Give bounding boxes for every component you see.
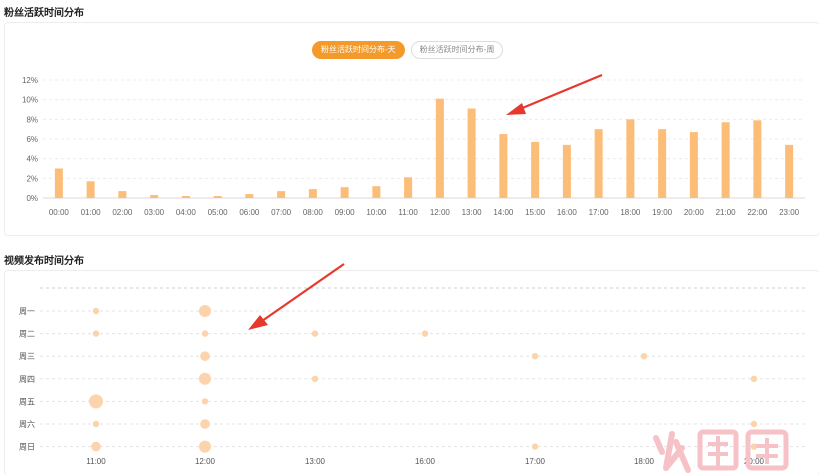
x-tick-label: 18:00 (620, 208, 641, 217)
x-tick-label: 06:00 (239, 208, 260, 217)
bar (435, 98, 444, 198)
bar (594, 129, 603, 198)
watermark-logo (653, 429, 789, 473)
x-tick-label: 10:00 (366, 208, 387, 217)
bar (340, 187, 349, 198)
bar (658, 129, 667, 198)
x-tick-label: 09:00 (335, 208, 356, 217)
x-tick-label: 05:00 (208, 208, 229, 217)
y-tick-label: 8% (26, 115, 38, 124)
bar (54, 168, 63, 198)
x-tick-label: 01:00 (81, 208, 102, 217)
x-tick-label: 07:00 (271, 208, 292, 217)
bar (721, 122, 730, 198)
x-tick-label: 00:00 (49, 208, 70, 217)
bar (689, 132, 698, 198)
x-tick-label: 08:00 (303, 208, 324, 217)
active-time-bar-chart: 0% 2% 4% 6% 8% 10% 12% 00:00 01:00 02:00 03:00 04:0… (22, 76, 805, 217)
x-tick-label: 13:00 (462, 208, 483, 217)
y-tick-label: 12% (22, 76, 38, 85)
x-tick-label: 02:00 (112, 208, 133, 217)
bar (308, 189, 317, 198)
bar (118, 191, 127, 198)
bar (626, 119, 635, 198)
x-tick-label: 22:00 (747, 208, 768, 217)
y-tick-label: 6% (26, 135, 38, 144)
x-tick-label: 21:00 (716, 208, 737, 217)
publish-time-section-title: 视频发布时间分布 (4, 256, 84, 267)
x-tick-label: 04:00 (176, 208, 197, 217)
x-tick-label: 23:00 (779, 208, 800, 217)
x-tick-label: 17:00 (589, 208, 610, 217)
x-tick-label: 15:00 (525, 208, 546, 217)
bar (499, 134, 508, 198)
bar (181, 196, 190, 198)
y-tick-label: 2% (26, 174, 38, 183)
bar (277, 191, 286, 198)
bar (467, 108, 476, 198)
bar (213, 196, 222, 198)
y-tick-label: 0% (26, 194, 38, 203)
x-tick-label: 14:00 (493, 208, 514, 217)
bar (150, 195, 159, 198)
bar (86, 181, 95, 198)
x-tick-label: 19:00 (652, 208, 673, 217)
x-tick-label: 20:00 (684, 208, 705, 217)
bar (404, 177, 413, 198)
bar (753, 120, 762, 198)
x-tick-label: 11:00 (398, 208, 418, 217)
y-tick-label: 10% (22, 96, 38, 105)
bar (531, 141, 540, 198)
x-tick-label: 03:00 (144, 208, 165, 217)
bar (372, 186, 381, 198)
y-tick-label: 4% (26, 155, 38, 164)
x-tick-label: 16:00 (557, 208, 578, 217)
bar (562, 144, 571, 198)
x-tick-label: 12:00 (430, 208, 451, 217)
bar (785, 144, 794, 198)
bar (245, 194, 254, 198)
